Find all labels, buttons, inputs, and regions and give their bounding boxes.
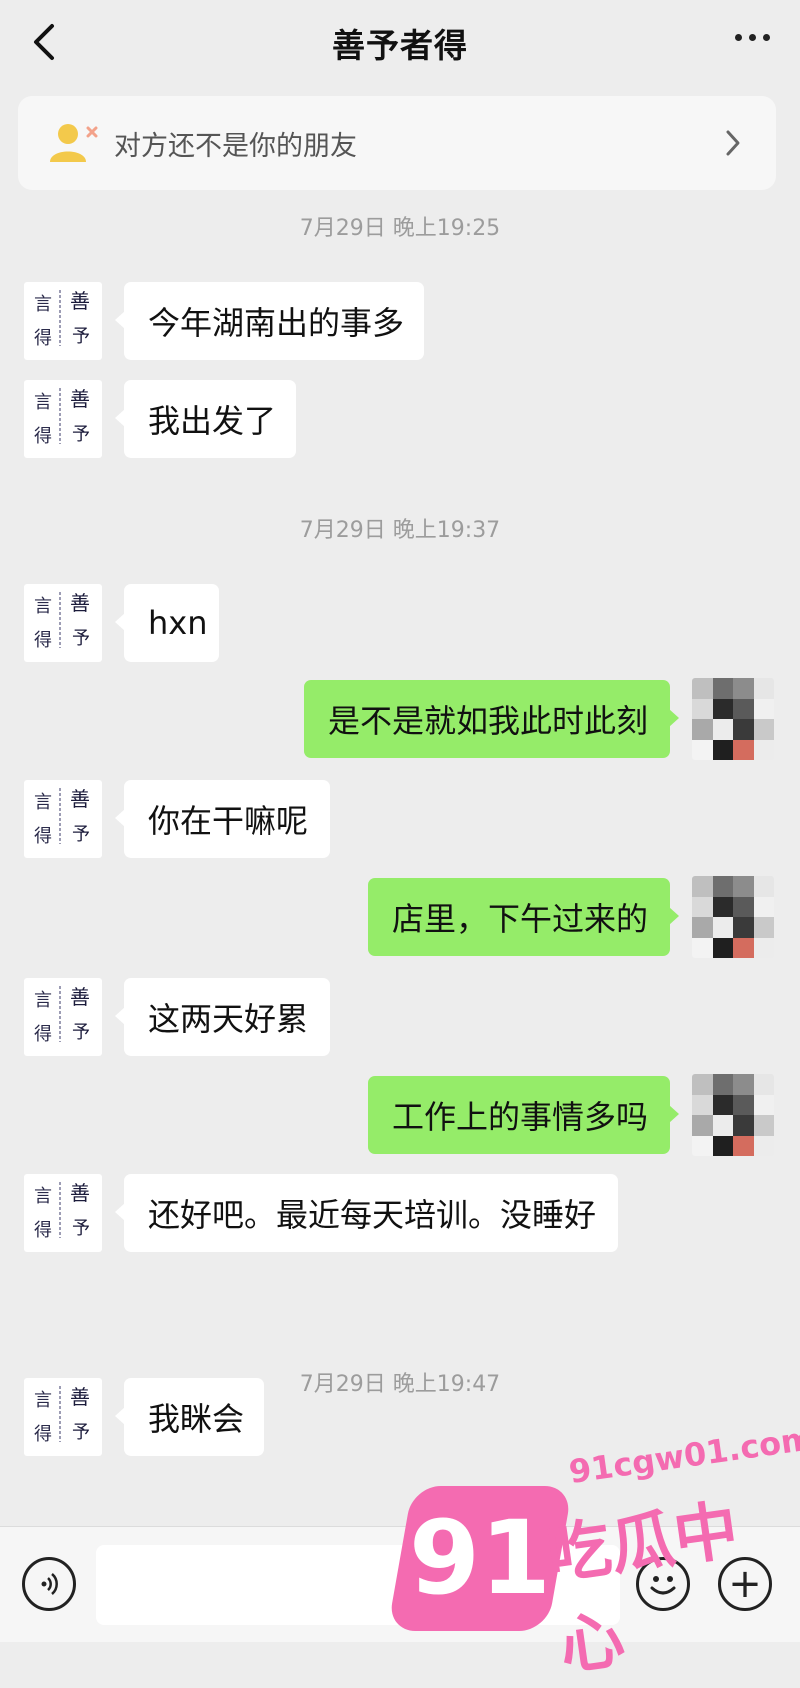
svg-text:言: 言	[34, 990, 52, 1011]
svg-text:善: 善	[70, 1181, 90, 1205]
svg-text:得: 得	[34, 1024, 52, 1045]
contact-avatar[interactable]: 言善得予	[24, 1174, 102, 1252]
svg-text:得: 得	[34, 1220, 52, 1241]
svg-text:得: 得	[34, 826, 52, 847]
svg-text:善: 善	[70, 787, 90, 811]
more-button[interactable]	[735, 34, 770, 41]
timestamp: 7月29日 晚上19:47	[299, 1372, 501, 1397]
svg-text:善: 善	[70, 289, 90, 313]
message-bubble-received[interactable]: 我眯会	[115, 1378, 264, 1456]
svg-text:得: 得	[34, 328, 52, 349]
contact-avatar[interactable]: 言善得予	[24, 380, 102, 458]
chevron-left-icon	[34, 24, 54, 60]
message-bubble-received[interactable]: 这两天好累	[115, 978, 330, 1056]
message-bubble-received[interactable]: 还好吧。最近每天培训。没睡好	[115, 1174, 618, 1252]
not-friend-text: 对方还不是你的朋友	[114, 130, 357, 162]
message-bubble-sent[interactable]: 是不是就如我此时此刻	[304, 680, 679, 758]
svg-text:得: 得	[34, 630, 52, 651]
voice-icon	[41, 1573, 58, 1595]
svg-text:予: 予	[72, 824, 90, 845]
chevron-right-icon	[726, 130, 740, 156]
watermark-name: 吃瓜中心	[542, 1493, 743, 1685]
top-bar: 善予者得	[0, 0, 800, 86]
svg-text:予: 予	[72, 424, 90, 445]
message-bubble-sent[interactable]: 工作上的事情多吗	[368, 1076, 679, 1154]
svg-text:言: 言	[34, 294, 52, 315]
message-bubble-received[interactable]: 你在干嘛呢	[115, 780, 330, 858]
svg-text:予: 予	[72, 326, 90, 347]
svg-text:善: 善	[70, 1385, 90, 1409]
svg-text:善: 善	[70, 591, 90, 615]
not-friend-banner[interactable]: 对方还不是你的朋友	[18, 96, 776, 190]
timestamp: 7月29日 晚上19:37	[299, 518, 501, 543]
more-horizontal-icon	[735, 34, 742, 41]
svg-text:言: 言	[34, 792, 52, 813]
message-bubble-sent[interactable]: 店里，下午过来的	[368, 878, 679, 956]
watermark: 91cgw01.com 91 吃瓜中心	[387, 1419, 800, 1685]
message-bubble-received[interactable]: hxn	[115, 584, 219, 662]
svg-text:善: 善	[70, 985, 90, 1009]
self-avatar[interactable]	[692, 1074, 774, 1156]
voice-button[interactable]	[22, 1557, 76, 1611]
svg-text:予: 予	[72, 628, 90, 649]
contact-avatar[interactable]: 言善得予	[24, 780, 102, 858]
contact-avatar[interactable]: 言善得予	[24, 1378, 102, 1456]
message-bubble-received[interactable]: 我出发了	[115, 380, 296, 458]
svg-text:予: 予	[72, 1218, 90, 1239]
contact-avatar[interactable]: 言善得予	[24, 978, 102, 1056]
contact-avatar[interactable]: 言善得予	[24, 584, 102, 662]
svg-text:予: 予	[72, 1022, 90, 1043]
self-avatar[interactable]	[692, 678, 774, 760]
back-button[interactable]	[30, 18, 70, 66]
svg-text:言: 言	[34, 392, 52, 413]
timestamp: 7月29日 晚上19:25	[299, 216, 501, 241]
svg-text:得: 得	[34, 1424, 52, 1445]
user-not-friend-icon	[50, 124, 98, 162]
self-avatar[interactable]	[692, 876, 774, 958]
message-bubble-received[interactable]: 今年湖南出的事多	[115, 282, 424, 360]
chat-title: 善予者得	[332, 26, 468, 65]
svg-text:善: 善	[70, 387, 90, 411]
svg-text:言: 言	[34, 596, 52, 617]
svg-text:言: 言	[34, 1390, 52, 1411]
svg-text:得: 得	[34, 426, 52, 447]
svg-text:言: 言	[34, 1186, 52, 1207]
svg-text:予: 予	[72, 1422, 90, 1443]
watermark-number: 91	[409, 1499, 551, 1618]
contact-avatar[interactable]: 言善得予	[24, 282, 102, 360]
